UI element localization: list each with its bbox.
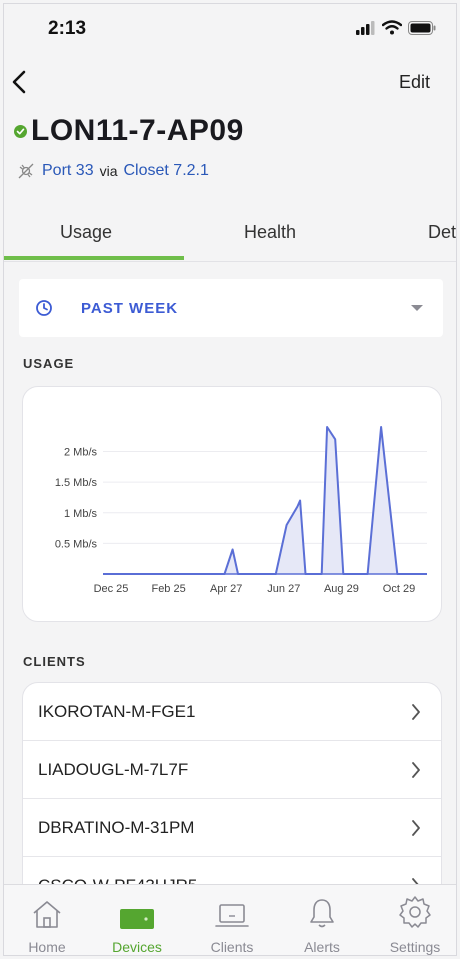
tabbar-label: Clients xyxy=(210,939,254,955)
tabbar-label: Home xyxy=(28,939,66,955)
client-row[interactable]: DBRATINO-M-31PM xyxy=(23,799,441,857)
bell-icon xyxy=(310,899,334,928)
usage-section-label: USAGE xyxy=(23,356,75,371)
port-link[interactable]: Port 33 xyxy=(42,162,94,180)
x-tick-label: Aug 29 xyxy=(324,583,359,595)
clock-icon xyxy=(36,300,52,316)
x-tick-label: Oct 29 xyxy=(383,583,415,595)
tabbar-home[interactable]: Home xyxy=(12,893,82,955)
y-tick-label: 1.5 Mb/s xyxy=(55,477,98,489)
y-tick-label: 1 Mb/s xyxy=(64,508,98,520)
laptop-icon xyxy=(215,904,249,927)
time-range-label: PAST WEEK xyxy=(81,299,179,317)
battery-icon xyxy=(408,20,436,35)
edit-button[interactable]: Edit xyxy=(399,72,430,93)
active-tab-indicator xyxy=(4,256,184,260)
wifi-icon xyxy=(382,20,402,35)
tab-health[interactable]: Health xyxy=(244,222,296,243)
device-header: LON11-7-AP09 xyxy=(14,114,244,148)
port-connection: Port 33 via Closet 7.2.1 xyxy=(16,161,209,181)
time-range-select[interactable]: PAST WEEK xyxy=(19,279,443,337)
via-label: via xyxy=(99,163,118,179)
status-time: 2:13 xyxy=(48,18,87,39)
tabbar-label: Devices xyxy=(112,939,162,955)
closet-link[interactable]: Closet 7.2.1 xyxy=(124,162,209,180)
tabbar-devices[interactable]: Devices xyxy=(102,893,172,955)
clients-section-label: CLIENTS xyxy=(23,654,86,669)
tabbar-settings[interactable]: Settings xyxy=(380,893,450,955)
tabbar-alerts[interactable]: Alerts xyxy=(287,893,357,955)
tabbar-label: Alerts xyxy=(304,939,340,955)
client-row[interactable]: LIADOUGL-M-7L7F xyxy=(23,741,441,799)
tab-usage[interactable]: Usage xyxy=(60,222,112,243)
tab-details[interactable]: Det xyxy=(428,222,456,243)
client-name: LIADOUGL-M-7L7F xyxy=(38,759,189,779)
client-name: IKOROTAN-M-FGE1 xyxy=(38,701,196,721)
cellular-signal-icon xyxy=(356,20,375,35)
navigation-bar: Edit xyxy=(4,64,456,100)
bottom-tab-bar: Home Devices Clients Alerts Settings xyxy=(4,884,456,955)
devices-icon xyxy=(120,909,154,929)
client-name: DBRATINO-M-31PM xyxy=(38,817,195,837)
app-screen: 2:13 Edit LON11-7-AP09 Port 33 via Close… xyxy=(3,3,457,956)
chevron-right-icon xyxy=(412,704,420,720)
x-tick-label: Apr 27 xyxy=(210,583,242,595)
device-title: LON11-7-AP09 xyxy=(31,114,244,147)
x-tick-label: Feb 25 xyxy=(151,583,185,595)
y-tick-label: 0.5 Mb/s xyxy=(55,538,98,550)
x-tick-label: Dec 25 xyxy=(94,583,129,595)
tabbar-clients[interactable]: Clients xyxy=(197,893,267,955)
x-tick-label: Jun 27 xyxy=(267,583,300,595)
dropdown-caret-icon xyxy=(411,305,423,311)
y-tick-label: 2 Mb/s xyxy=(64,447,98,459)
status-icons xyxy=(356,20,436,35)
chevron-right-icon xyxy=(412,820,420,836)
status-bar: 2:13 xyxy=(4,4,456,54)
gear-icon xyxy=(399,896,431,928)
usage-chart-svg: 0.5 Mb/s 1 Mb/s 1.5 Mb/s 2 Mb/s Dec 25 Feb 2… xyxy=(55,426,427,595)
usage-chart: 0.5 Mb/s 1 Mb/s 1.5 Mb/s 2 Mb/s Dec 25 Feb 2… xyxy=(22,386,442,622)
chevron-right-icon xyxy=(412,762,420,778)
detail-tabs: Usage Health Det xyxy=(4,204,456,262)
tabbar-label: Settings xyxy=(389,939,441,955)
online-status-icon xyxy=(14,124,27,138)
tabs-divider xyxy=(4,261,456,262)
home-icon xyxy=(33,901,61,928)
disconnected-plug-icon xyxy=(18,163,34,179)
client-row[interactable]: IKOROTAN-M-FGE1 xyxy=(23,683,441,741)
back-chevron-icon[interactable] xyxy=(10,66,30,98)
